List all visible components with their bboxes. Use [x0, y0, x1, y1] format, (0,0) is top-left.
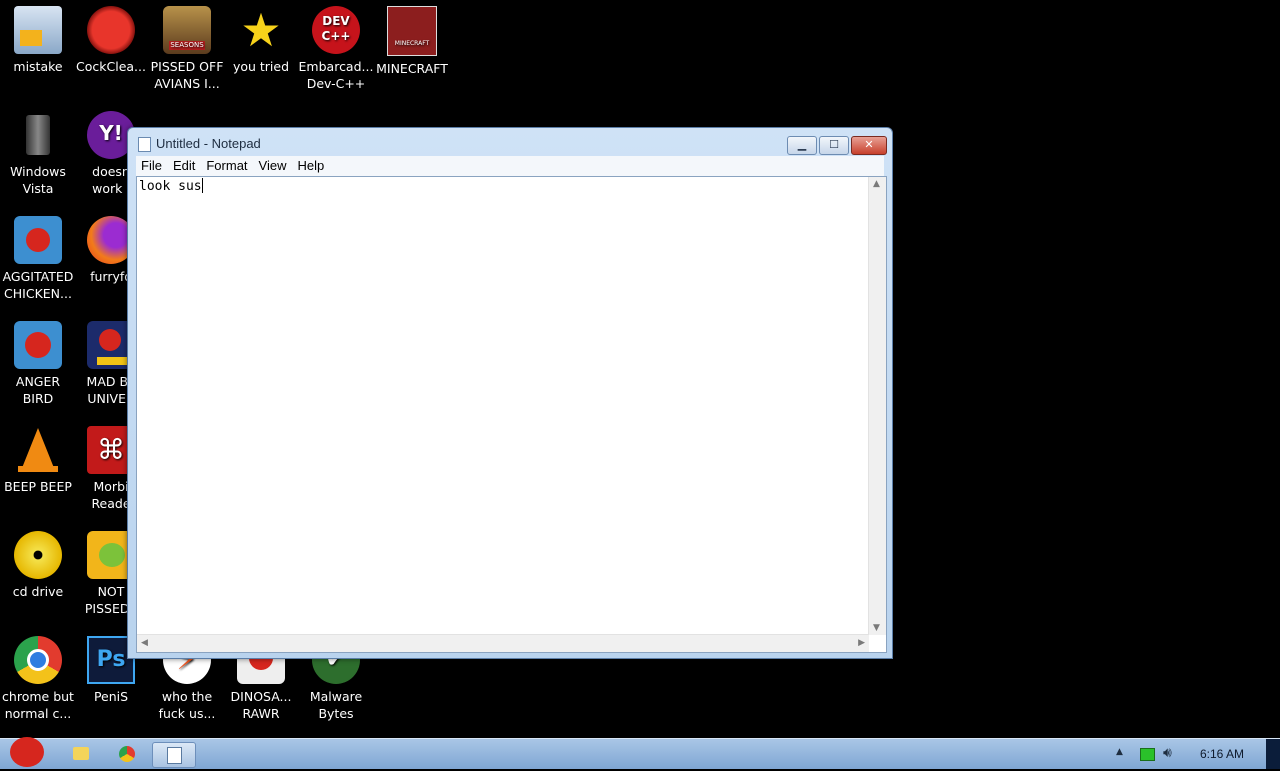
- scroll-right-arrow-icon[interactable]: ▶: [858, 638, 865, 648]
- icon-label: DINOSA... RAWR: [230, 689, 292, 721]
- folder-icon: [73, 747, 89, 760]
- icon-label: Embarcad... Dev-C++: [298, 59, 374, 91]
- show-desktop-button[interactable]: [1266, 739, 1280, 769]
- desktop-icon-beep-beep[interactable]: BEEP BEEP: [0, 420, 76, 495]
- scroll-down-arrow-icon[interactable]: ▼: [873, 623, 880, 633]
- icon-label: MINECRAFT: [376, 61, 448, 76]
- desktop-icon-chrome[interactable]: chrome but normal c...: [0, 630, 76, 722]
- icon-label: ANGER BIRD: [15, 374, 61, 406]
- notepad-window[interactable]: Untitled - Notepad ▁ ☐ ✕ File Edit Format V…: [127, 127, 893, 659]
- vertical-scrollbar[interactable]: ▲ ▼: [868, 177, 886, 635]
- icon-label: PISSED OFF AVIANS I...: [150, 59, 224, 91]
- taskbar: ▲ 🔊︎ 6:16 AM: [0, 737, 1280, 771]
- icon-label: BEEP BEEP: [4, 479, 72, 494]
- cd-drive-icon: [14, 531, 62, 579]
- desktop-icon-anger-bird[interactable]: ANGER BIRD: [0, 315, 76, 407]
- notepad-icon: [167, 747, 182, 764]
- desktop-icon-minecraft[interactable]: MINECRAFT MINECRAFT: [374, 0, 450, 77]
- start-button[interactable]: [2, 733, 50, 767]
- desktop-icon-mistake[interactable]: mistake: [0, 0, 76, 75]
- text-editor[interactable]: look sus ▲ ▼ ◀ ▶: [136, 176, 887, 653]
- text-caret: [201, 178, 203, 193]
- ccleaner-icon: [87, 6, 135, 54]
- editor-content: look sus: [139, 179, 202, 194]
- notepad-icon: [138, 137, 151, 152]
- angry-bird-icon: [14, 321, 62, 369]
- tray-show-hidden-icon[interactable]: ▲: [1116, 747, 1123, 771]
- menu-format[interactable]: Format: [201, 156, 253, 173]
- menu-file[interactable]: File: [136, 156, 168, 173]
- title-bar[interactable]: Untitled - Notepad ▁ ☐ ✕: [128, 128, 892, 158]
- star-icon: ★: [240, 3, 282, 57]
- close-button[interactable]: ✕: [851, 136, 887, 155]
- dev-cpp-icon: DEV C++: [312, 6, 360, 54]
- desktop-icon-you-tried[interactable]: ★ you tried: [223, 0, 299, 75]
- scroll-up-arrow-icon[interactable]: ▲: [873, 179, 880, 189]
- editor-text-line: look sus: [139, 178, 203, 194]
- chrome-icon: [14, 636, 62, 684]
- icon-label: PeniS: [93, 689, 129, 704]
- angry-bird-icon: [14, 216, 62, 264]
- menu-help[interactable]: Help: [292, 156, 330, 173]
- icon-label: AGGITATED CHICKEN...: [2, 269, 74, 301]
- recycle-bin-icon: [14, 111, 62, 159]
- icon-label: chrome but normal c...: [2, 689, 74, 721]
- menu-bar: File Edit Format View Help: [136, 156, 884, 176]
- menu-edit[interactable]: Edit: [168, 156, 201, 173]
- tray-volume-icon[interactable]: 🔊︎: [1163, 745, 1172, 769]
- angry-bird-start-icon: [10, 737, 44, 767]
- tray-battery-icon[interactable]: [1140, 748, 1155, 761]
- maximize-button[interactable]: ☐: [819, 136, 849, 155]
- icon-label: who the fuck us...: [158, 689, 216, 721]
- taskbar-clock[interactable]: 6:16 AM: [1200, 747, 1244, 761]
- vlc-cone-icon: [14, 426, 62, 474]
- scroll-left-arrow-icon[interactable]: ◀: [141, 638, 148, 648]
- taskbar-explorer-button[interactable]: [66, 742, 96, 766]
- desktop-icon-dev-cpp[interactable]: DEV C++ Embarcad... Dev-C++: [298, 0, 374, 92]
- window-title: Untitled - Notepad: [156, 136, 261, 151]
- angry-birds-seasons-icon: SEASONS: [163, 6, 211, 54]
- desktop-icon-cd-drive[interactable]: cd drive: [0, 525, 76, 600]
- desktop-icon-aggitated-chicken[interactable]: AGGITATED CHICKEN...: [0, 210, 76, 302]
- icon-label: you tried: [232, 59, 290, 74]
- icon-label: Windows Vista: [10, 164, 66, 196]
- minimize-button[interactable]: ▁: [787, 136, 817, 155]
- icon-label: mistake: [13, 59, 63, 74]
- desktop-icon-angry-birds-seasons[interactable]: SEASONS PISSED OFF AVIANS I...: [149, 0, 225, 92]
- icon-label: cd drive: [12, 584, 64, 599]
- taskbar-chrome-button[interactable]: [112, 742, 142, 766]
- desktop-icon-ccleaner[interactable]: CockClea...: [73, 0, 149, 75]
- chrome-icon: [119, 746, 135, 762]
- taskbar-notepad-button[interactable]: [152, 742, 196, 768]
- computer-icon: [14, 6, 62, 54]
- desktop-icon-recycle-bin[interactable]: Windows Vista: [0, 105, 76, 197]
- minecraft-logo: MINECRAFT: [394, 40, 430, 47]
- icon-label: CockClea...: [76, 59, 146, 74]
- horizontal-scrollbar[interactable]: ◀ ▶: [137, 634, 869, 652]
- minecraft-icon: MINECRAFT: [387, 6, 437, 56]
- seasons-badge: SEASONS: [169, 41, 205, 50]
- icon-label: Malware Bytes: [309, 689, 363, 721]
- menu-view[interactable]: View: [254, 156, 293, 173]
